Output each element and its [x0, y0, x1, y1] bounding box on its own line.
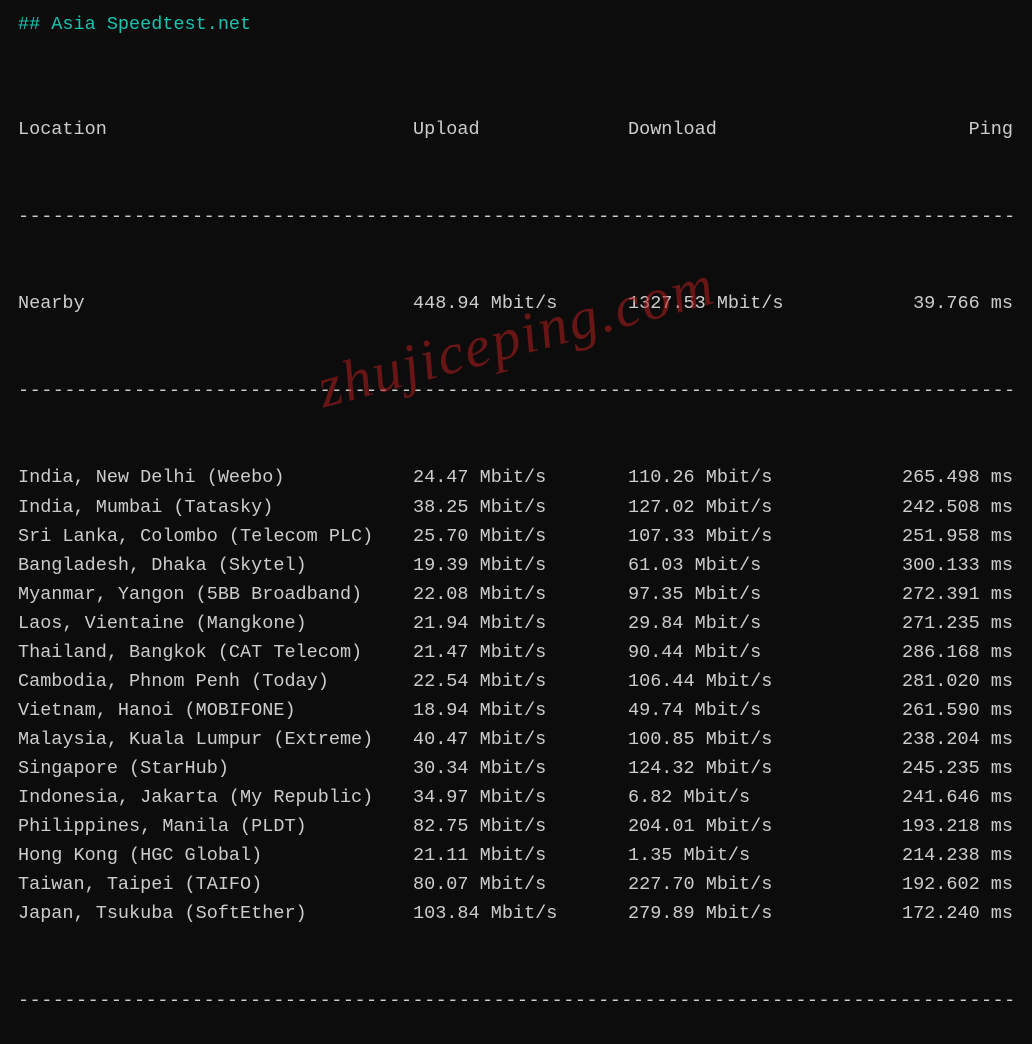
table-row: Thailand, Bangkok (CAT Telecom)21.47 Mbi… [18, 638, 1014, 667]
table-row: Malaysia, Kuala Lumpur (Extreme)40.47 Mb… [18, 725, 1014, 754]
table-row: Vietnam, Hanoi (MOBIFONE)18.94 Mbit/s49.… [18, 696, 1014, 725]
cell-download: 29.84 Mbit/s [628, 609, 853, 638]
cell-location: Myanmar, Yangon (5BB Broadband) [18, 580, 413, 609]
cell-upload: 25.70 Mbit/s [413, 522, 628, 551]
cell-ping: 300.133 ms [853, 551, 1013, 580]
cell-download: 61.03 Mbit/s [628, 551, 853, 580]
table-row: India, Mumbai (Tatasky)38.25 Mbit/s127.0… [18, 493, 1014, 522]
cell-ping: 192.602 ms [853, 870, 1013, 899]
cell-ping: 281.020 ms [853, 667, 1013, 696]
cell-location: Sri Lanka, Colombo (Telecom PLC) [18, 522, 413, 551]
cell-upload: 21.47 Mbit/s [413, 638, 628, 667]
table-row: Taiwan, Taipei (TAIFO)80.07 Mbit/s227.70… [18, 870, 1014, 899]
cell-location: Indonesia, Jakarta (My Republic) [18, 783, 413, 812]
cell-upload: 21.94 Mbit/s [413, 609, 628, 638]
cell-ping: 172.240 ms [853, 899, 1013, 928]
nearby-ping: 39.766 ms [853, 289, 1013, 318]
divider: ----------------------------------------… [18, 376, 1014, 405]
cell-ping: 214.238 ms [853, 841, 1013, 870]
cell-download: 279.89 Mbit/s [628, 899, 853, 928]
cell-download: 107.33 Mbit/s [628, 522, 853, 551]
cell-upload: 30.34 Mbit/s [413, 754, 628, 783]
cell-upload: 40.47 Mbit/s [413, 725, 628, 754]
table-row: India, New Delhi (Weebo)24.47 Mbit/s110.… [18, 463, 1014, 492]
table-row: Japan, Tsukuba (SoftEther)103.84 Mbit/s2… [18, 899, 1014, 928]
cell-location: Malaysia, Kuala Lumpur (Extreme) [18, 725, 413, 754]
nearby-download: 1327.53 Mbit/s [628, 289, 853, 318]
cell-ping: 261.590 ms [853, 696, 1013, 725]
cell-download: 227.70 Mbit/s [628, 870, 853, 899]
cell-upload: 34.97 Mbit/s [413, 783, 628, 812]
cell-ping: 286.168 ms [853, 638, 1013, 667]
cell-location: Philippines, Manila (PLDT) [18, 812, 413, 841]
cell-upload: 103.84 Mbit/s [413, 899, 628, 928]
cell-upload: 18.94 Mbit/s [413, 696, 628, 725]
cell-ping: 265.498 ms [853, 463, 1013, 492]
cell-ping: 251.958 ms [853, 522, 1013, 551]
cell-upload: 38.25 Mbit/s [413, 493, 628, 522]
section-title: ## Asia Speedtest.net [18, 10, 1014, 39]
divider: ----------------------------------------… [18, 986, 1014, 1015]
cell-ping: 242.508 ms [853, 493, 1013, 522]
table-row: Philippines, Manila (PLDT)82.75 Mbit/s20… [18, 812, 1014, 841]
cell-ping: 238.204 ms [853, 725, 1013, 754]
cell-download: 106.44 Mbit/s [628, 667, 853, 696]
cell-upload: 82.75 Mbit/s [413, 812, 628, 841]
speedtest-table: Location Upload Download Ping ----------… [18, 57, 1014, 1044]
cell-download: 97.35 Mbit/s [628, 580, 853, 609]
nearby-row: Nearby 448.94 Mbit/s 1327.53 Mbit/s 39.7… [18, 289, 1014, 318]
cell-download: 49.74 Mbit/s [628, 696, 853, 725]
cell-ping: 271.235 ms [853, 609, 1013, 638]
cell-location: Cambodia, Phnom Penh (Today) [18, 667, 413, 696]
cell-location: Vietnam, Hanoi (MOBIFONE) [18, 696, 413, 725]
divider: ----------------------------------------… [18, 202, 1014, 231]
header-ping: Ping [853, 115, 1013, 144]
nearby-upload: 448.94 Mbit/s [413, 289, 628, 318]
cell-location: Laos, Vientaine (Mangkone) [18, 609, 413, 638]
table-header-row: Location Upload Download Ping [18, 115, 1014, 144]
cell-download: 90.44 Mbit/s [628, 638, 853, 667]
cell-download: 110.26 Mbit/s [628, 463, 853, 492]
cell-upload: 21.11 Mbit/s [413, 841, 628, 870]
cell-location: Bangladesh, Dhaka (Skytel) [18, 551, 413, 580]
cell-location: Taiwan, Taipei (TAIFO) [18, 870, 413, 899]
cell-upload: 80.07 Mbit/s [413, 870, 628, 899]
cell-location: Japan, Tsukuba (SoftEther) [18, 899, 413, 928]
table-row: Sri Lanka, Colombo (Telecom PLC)25.70 Mb… [18, 522, 1014, 551]
cell-download: 6.82 Mbit/s [628, 783, 853, 812]
header-location: Location [18, 115, 413, 144]
table-row: Bangladesh, Dhaka (Skytel)19.39 Mbit/s61… [18, 551, 1014, 580]
table-row: Cambodia, Phnom Penh (Today)22.54 Mbit/s… [18, 667, 1014, 696]
cell-download: 100.85 Mbit/s [628, 725, 853, 754]
cell-ping: 193.218 ms [853, 812, 1013, 841]
cell-ping: 245.235 ms [853, 754, 1013, 783]
cell-upload: 22.08 Mbit/s [413, 580, 628, 609]
cell-upload: 24.47 Mbit/s [413, 463, 628, 492]
cell-download: 127.02 Mbit/s [628, 493, 853, 522]
cell-upload: 19.39 Mbit/s [413, 551, 628, 580]
table-row: Myanmar, Yangon (5BB Broadband)22.08 Mbi… [18, 580, 1014, 609]
table-row: Hong Kong (HGC Global)21.11 Mbit/s1.35 M… [18, 841, 1014, 870]
cell-location: India, New Delhi (Weebo) [18, 463, 413, 492]
cell-upload: 22.54 Mbit/s [413, 667, 628, 696]
cell-location: Hong Kong (HGC Global) [18, 841, 413, 870]
cell-location: India, Mumbai (Tatasky) [18, 493, 413, 522]
header-upload: Upload [413, 115, 628, 144]
table-row: Laos, Vientaine (Mangkone)21.94 Mbit/s29… [18, 609, 1014, 638]
nearby-location: Nearby [18, 289, 413, 318]
cell-download: 1.35 Mbit/s [628, 841, 853, 870]
cell-download: 204.01 Mbit/s [628, 812, 853, 841]
cell-location: Singapore (StarHub) [18, 754, 413, 783]
table-row: Indonesia, Jakarta (My Republic)34.97 Mb… [18, 783, 1014, 812]
cell-location: Thailand, Bangkok (CAT Telecom) [18, 638, 413, 667]
header-download: Download [628, 115, 853, 144]
cell-ping: 272.391 ms [853, 580, 1013, 609]
cell-ping: 241.646 ms [853, 783, 1013, 812]
table-row: Singapore (StarHub)30.34 Mbit/s124.32 Mb… [18, 754, 1014, 783]
cell-download: 124.32 Mbit/s [628, 754, 853, 783]
